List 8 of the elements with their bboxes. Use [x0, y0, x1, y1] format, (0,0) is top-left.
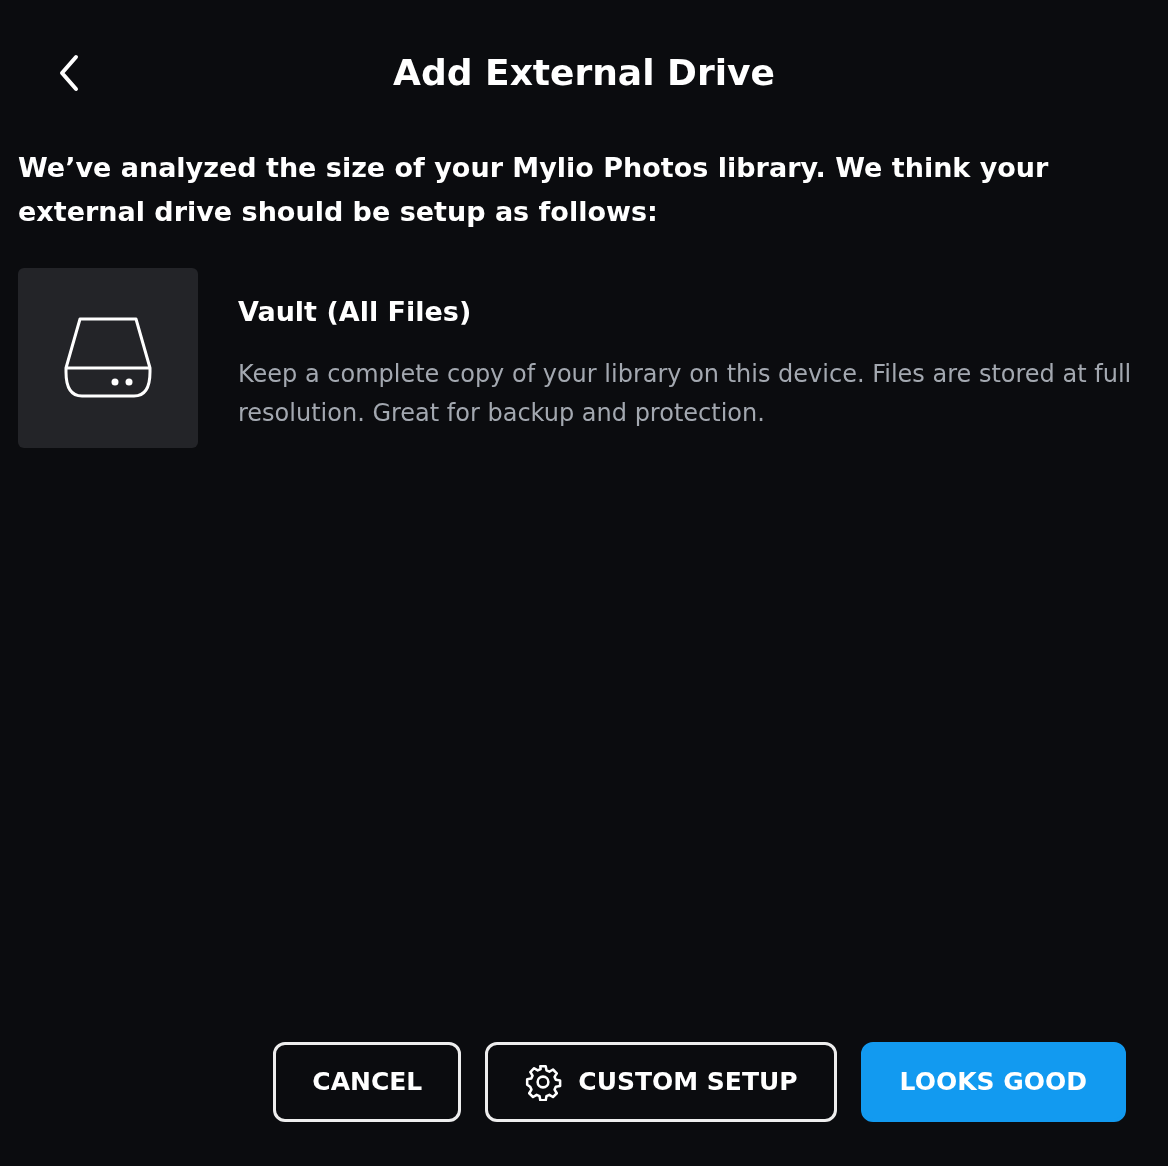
- drive-icon: [64, 316, 152, 400]
- intro-text: We’ve analyzed the size of your Mylio Photos library. We think your external drive should be setup as follows:: [18, 151, 1050, 229]
- option-description: Keep a complete copy of your library on this device. Files are stored at full resolution. Great for backup and protection.: [238, 358, 1133, 429]
- settings-icon: [524, 1063, 563, 1101]
- option-title: Vault (All Files): [238, 295, 473, 329]
- custom-setup-button[interactable]: CUSTOM SETUP: [485, 1042, 837, 1122]
- page-title: Add External Drive: [393, 51, 775, 95]
- cancel-button[interactable]: CANCEL: [273, 1042, 462, 1122]
